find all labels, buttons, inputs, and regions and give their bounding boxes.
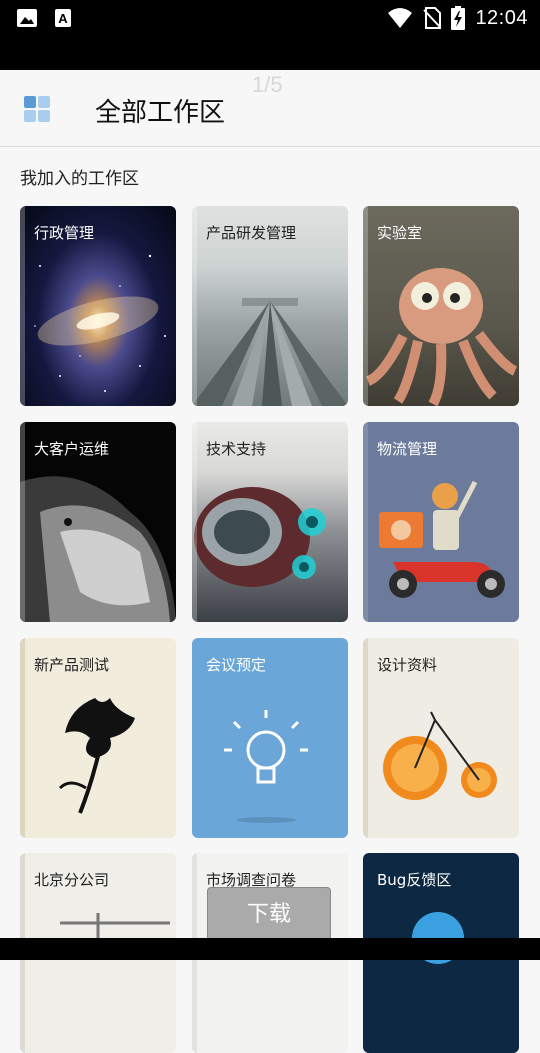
status-time: 12:04: [475, 6, 528, 29]
font-a-icon: A: [55, 9, 71, 27]
tile-label: 北京分公司: [34, 871, 110, 889]
svg-text:A: A: [58, 11, 68, 26]
status-bar: A 12:04: [0, 0, 540, 70]
workspace-tile-product-rd[interactable]: 产品研发管理: [192, 206, 348, 406]
workspace-tile-meeting-booking[interactable]: 会议预定: [192, 638, 348, 838]
tile-label: 行政管理: [34, 224, 95, 242]
app-bar: 1/5 全部工作区: [0, 70, 540, 147]
workspace-tile-logistics[interactable]: 物流管理: [363, 422, 519, 622]
tile-label: 会议预定: [206, 656, 267, 674]
tile-label: 产品研发管理: [206, 224, 297, 242]
tile-label: 实验室: [377, 224, 423, 242]
battery-charging-icon: [451, 6, 466, 30]
image-icon: [17, 9, 37, 27]
workspace-tile-admin[interactable]: 行政管理: [20, 206, 176, 406]
workspace-tile-key-accounts[interactable]: 大客户运维: [20, 422, 176, 622]
workspace-tile-lab[interactable]: 实验室: [363, 206, 519, 406]
page-title: 全部工作区: [95, 98, 226, 128]
tile-label: 大客户运维: [34, 440, 110, 458]
tile-label: 新产品测试: [34, 656, 110, 674]
grid-icon[interactable]: [24, 96, 50, 122]
no-sim-icon: [423, 7, 442, 29]
tile-label: 设计资料: [377, 656, 438, 674]
section-title: 我加入的工作区: [20, 169, 139, 189]
workspace-tile-new-product-test[interactable]: 新产品测试: [20, 638, 176, 838]
page-indicator: 1/5: [252, 72, 283, 97]
download-button[interactable]: 下载: [207, 887, 331, 941]
tile-label: 物流管理: [377, 440, 438, 458]
workspace-tile-tech-support[interactable]: 技术支持: [192, 422, 348, 622]
tile-label: 市场调查问卷: [206, 871, 297, 889]
tile-label: Bug反馈区: [377, 871, 452, 889]
workspace-tile-design-docs[interactable]: 设计资料: [363, 638, 519, 838]
tile-label: 技术支持: [206, 440, 267, 458]
wifi-icon: [388, 8, 413, 28]
navigation-bar: [0, 938, 540, 960]
